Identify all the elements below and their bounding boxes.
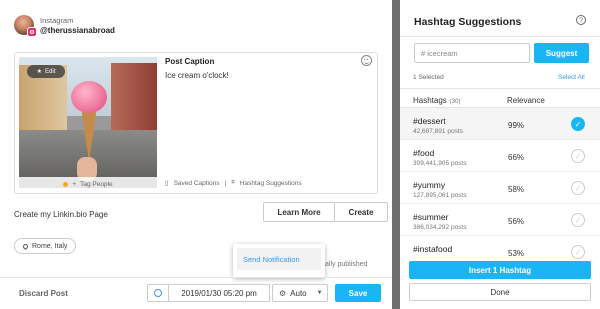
hashtag-relevance: 53%	[508, 249, 525, 258]
hashtag-posts: 309,441,905 posts	[413, 160, 467, 167]
hashtag-suggestions-panel: Hashtag Suggestions ? Suggest 1 Selected…	[400, 0, 600, 309]
post-editor-panel: Instagram @therussianabroad ★ Edit + Tag…	[0, 0, 392, 309]
check-icon[interactable]: ✓	[571, 245, 585, 259]
check-icon[interactable]: ✓	[571, 181, 585, 195]
selected-count: 1 Selected	[413, 74, 444, 81]
plus-icon: +	[72, 180, 77, 188]
divider	[400, 36, 600, 37]
location-tag[interactable]: Rome, Italy	[14, 238, 77, 254]
star-icon: ★	[36, 69, 43, 75]
hashtag-count: (30)	[449, 99, 461, 105]
column-hashtags: Hashtags (30)	[413, 96, 461, 105]
caption-title: Post Caption	[165, 57, 215, 66]
hashtag-relevance: 56%	[508, 217, 525, 226]
publish-mode-select[interactable]: ⚙ Auto ▼	[272, 284, 328, 302]
tag-people-button[interactable]: + Tag People	[19, 177, 157, 191]
publish-mode-text: tically published	[318, 261, 368, 268]
check-icon[interactable]: ✓	[571, 117, 585, 131]
account-network: Instagram	[40, 16, 74, 25]
hashtag-relevance: 66%	[508, 153, 525, 162]
instagram-icon	[27, 27, 37, 37]
schedule-datetime-field[interactable]: 2019/01/30 05:20 pm	[168, 284, 270, 302]
saved-captions-link[interactable]: Saved Captions	[174, 180, 220, 187]
check-icon[interactable]: ✓	[571, 149, 585, 163]
hashtag-row[interactable]: #instafood 53% ✓	[400, 236, 600, 260]
post-card: ★ Edit + Tag People Post Caption Ice cre…	[14, 52, 378, 194]
send-notification-option[interactable]: Send Notification	[237, 248, 321, 270]
column-header: Hashtags (30) Relevance	[400, 88, 600, 108]
post-photo: ★ Edit	[19, 57, 157, 188]
notification-menu: Send Notification	[233, 244, 325, 278]
linkin-bio-row: Create my Linkin.bio Page Learn More Cre…	[14, 202, 388, 226]
hashtag-name: #yummy	[413, 180, 446, 190]
save-button[interactable]: Save	[335, 284, 381, 302]
location-pin-icon	[21, 242, 30, 250]
discard-post-button[interactable]: Discard Post	[19, 289, 68, 298]
saved-captions-icon: ▯	[165, 180, 169, 187]
hashtag-relevance: 58%	[508, 185, 525, 194]
tag-people-label: Tag People	[80, 180, 113, 188]
hashtag-suggestions-link[interactable]: Hashtag Suggestions	[240, 180, 302, 187]
hashtag-posts: 386,034,292 posts	[413, 224, 467, 231]
help-icon[interactable]: ?	[576, 15, 586, 25]
hashtag-posts: 127,895,061 posts	[413, 192, 467, 199]
emoji-icon[interactable]	[361, 55, 372, 66]
clock-icon[interactable]	[147, 284, 169, 302]
chevron-down-icon: ▼	[316, 290, 323, 296]
edit-photo-button[interactable]: ★ Edit	[27, 65, 65, 78]
create-button[interactable]: Create	[334, 202, 388, 222]
column-relevance: Relevance	[507, 96, 545, 105]
hashtag-name: #instafood	[413, 244, 453, 254]
hashtag-search-input[interactable]	[414, 43, 530, 63]
hashtag-posts: 42,687,891 posts	[413, 128, 463, 135]
caption-text[interactable]: Ice cream o'clock!	[165, 71, 229, 80]
publish-mode-value: Auto	[290, 288, 307, 298]
hashtag-name: #summer	[413, 212, 449, 222]
account-handle: @therussianabroad	[40, 26, 115, 35]
learn-more-button[interactable]: Learn More	[263, 202, 335, 222]
location-label: Rome, Italy	[32, 242, 68, 250]
hashtag-name: #dessert	[413, 116, 446, 126]
footer-bar: Discard Post 2019/01/30 05:20 pm ⚙ Auto …	[0, 277, 392, 309]
select-all-link[interactable]: Select All	[558, 74, 585, 81]
edit-label: Edit	[45, 68, 56, 75]
linkin-label: Create my Linkin.bio Page	[14, 209, 108, 219]
hashtag-row[interactable]: #yummy 127,895,061 posts 58% ✓	[400, 172, 600, 204]
panel-title: Hashtag Suggestions	[414, 16, 522, 28]
hashtag-name: #food	[413, 148, 435, 158]
suggest-button[interactable]: Suggest	[534, 43, 589, 63]
done-button[interactable]: Done	[409, 283, 591, 301]
hashtag-relevance: 99%	[508, 121, 525, 130]
hashtag-row[interactable]: #food 309,441,905 posts 66% ✓	[400, 140, 600, 172]
hashtag-row[interactable]: #dessert 42,687,891 posts 99% ✓	[400, 108, 600, 140]
check-icon[interactable]: ✓	[571, 213, 585, 227]
tag-dot-icon	[63, 181, 69, 187]
insert-hashtag-button[interactable]: Insert 1 Hashtag	[409, 261, 591, 279]
divider: |	[224, 179, 227, 187]
hashtag-icon: ⌗	[231, 179, 235, 186]
hashtag-list: #dessert 42,687,891 posts 99% ✓ #food 30…	[400, 108, 600, 260]
gear-icon: ⚙	[279, 288, 287, 298]
caption-links: ▯ Saved Captions | ⌗ Hashtag Suggestions	[165, 179, 302, 187]
hashtag-row[interactable]: #summer 386,034,292 posts 56% ✓	[400, 204, 600, 236]
